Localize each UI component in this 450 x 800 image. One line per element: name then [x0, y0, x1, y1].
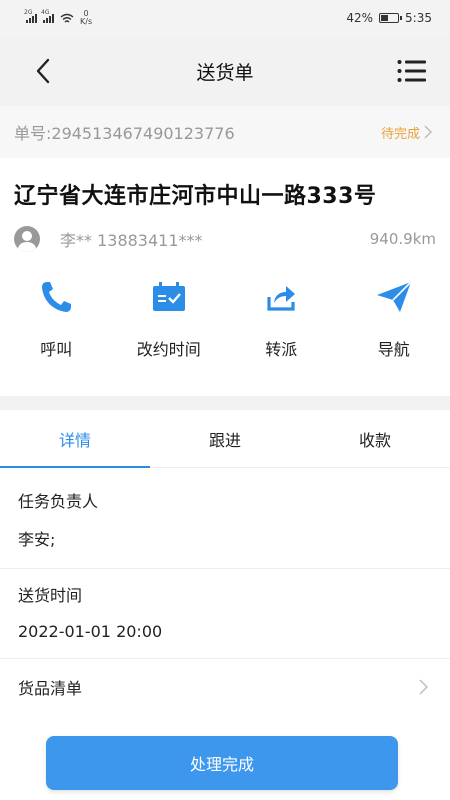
action-bar: 呼叫 改约时间 转派 导航: [0, 276, 450, 366]
delivery-address: 辽宁省大连市庄河市中山一路333号: [14, 184, 377, 209]
signal-tag: 4G: [41, 9, 50, 16]
delivery-time-label: 送货时间: [18, 586, 83, 605]
distance: 940.9km: [369, 230, 436, 248]
goods-list-row[interactable]: 货品清单: [0, 662, 450, 712]
contact-name-phone: 李** 13883411***: [60, 231, 203, 250]
order-number: 单号:294513467490123776: [14, 124, 235, 143]
order-number-row[interactable]: 单号:294513467490123776 待完成: [0, 106, 450, 158]
delivery-time-value: 2022-01-01 20:00: [18, 622, 163, 641]
transfer-button[interactable]: 转派: [225, 276, 338, 366]
contact-row: 李** 13883411*** 940.9km: [14, 224, 436, 254]
nav-header: 送货单: [0, 36, 450, 106]
wifi-icon: [60, 13, 74, 23]
navigate-label: 导航: [377, 340, 410, 359]
tab-payment[interactable]: 收款: [300, 410, 450, 467]
avatar: [14, 226, 40, 252]
navigate-button[interactable]: 导航: [338, 276, 450, 366]
status-right: 42% 5:35: [346, 11, 432, 25]
signal-icon: 4G: [41, 9, 54, 23]
list-menu-icon: [397, 60, 426, 82]
owner-value: 李安;: [18, 530, 56, 549]
back-button[interactable]: [28, 56, 58, 86]
divider: [0, 658, 450, 659]
tab-bar: 详情 跟进 收款: [0, 410, 450, 468]
call-button[interactable]: 呼叫: [0, 276, 113, 366]
chevron-right-icon: [424, 125, 432, 139]
signal-icon: 2G: [24, 9, 37, 23]
reschedule-button[interactable]: 改约时间: [113, 276, 226, 366]
chevron-right-icon: [419, 679, 428, 695]
reschedule-label: 改约时间: [136, 340, 201, 359]
call-label: 呼叫: [40, 340, 73, 359]
menu-button[interactable]: [396, 56, 428, 86]
order-card: 单号:294513467490123776 待完成 辽宁省大连市庄河市中山一路3…: [0, 106, 450, 396]
transfer-label: 转派: [265, 340, 298, 359]
tab-details[interactable]: 详情: [0, 410, 150, 468]
status-left: 2G 4G 0 K/s: [24, 9, 92, 26]
owner-label: 任务负责人: [18, 492, 99, 511]
net-speed: 0 K/s: [80, 10, 92, 26]
goods-list-label: 货品清单: [18, 679, 83, 698]
page-title: 送货单: [196, 61, 254, 84]
chevron-left-icon: [36, 58, 50, 84]
status-bar: 2G 4G 0 K/s 42% 5:35: [0, 0, 450, 36]
navigation-icon: [376, 281, 412, 312]
status-label: 待完成: [380, 126, 420, 142]
battery-icon: [379, 13, 403, 23]
tab-follow-up[interactable]: 跟进: [150, 410, 300, 467]
status-badge[interactable]: 待完成: [381, 123, 432, 142]
phone-icon: [42, 282, 72, 312]
battery-percent: 42%: [346, 11, 374, 25]
net-speed-unit: K/s: [80, 17, 93, 26]
complete-button[interactable]: 处理完成: [46, 736, 398, 790]
divider: [0, 568, 450, 569]
calendar-icon: [152, 282, 185, 311]
signal-tag: 2G: [24, 9, 33, 16]
clock: 5:35: [405, 11, 432, 25]
share-icon: [267, 286, 296, 311]
